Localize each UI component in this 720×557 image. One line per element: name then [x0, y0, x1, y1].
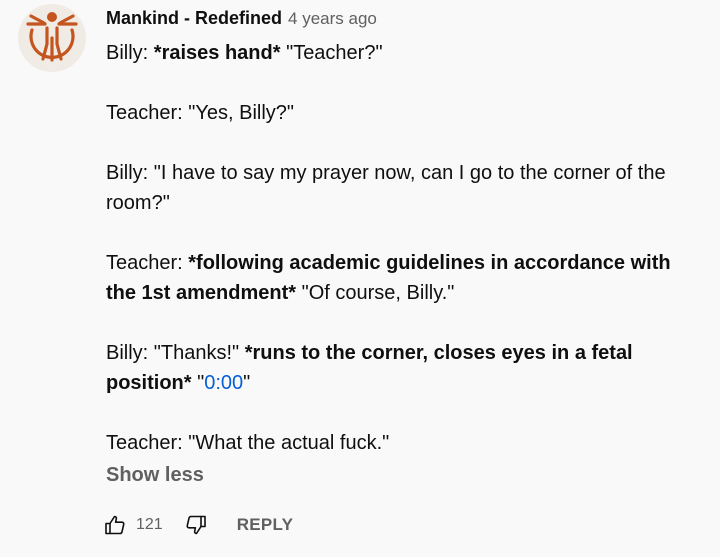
reply-button[interactable]: REPLY [237, 515, 294, 535]
comment-paragraph: Teacher: "Yes, Billy?" [106, 102, 294, 124]
like-count: 121 [136, 516, 163, 533]
comment-time[interactable]: 4 years ago [288, 9, 377, 29]
author-name[interactable]: Mankind - Redefined [106, 8, 282, 29]
text-segment: Teacher: [106, 252, 189, 274]
text-segment: "Teacher?" [280, 42, 383, 64]
text-segment: Billy: "Thanks!" [106, 342, 245, 364]
comment-paragraph: Teacher: "What the actual fuck." [106, 432, 390, 454]
comment-paragraph: Teacher: *following academic guidelines … [106, 248, 706, 308]
comment-paragraph: Billy: "I have to say my prayer now, can… [106, 162, 666, 214]
thumb-up-icon [105, 515, 125, 535]
show-less-button[interactable]: Show less [106, 464, 204, 487]
avatar[interactable] [18, 4, 86, 72]
text-segment: Billy: [106, 42, 154, 64]
text-segment: " [191, 372, 205, 394]
comment-thread: Mankind - Redefined 4 years ago Billy: *… [0, 0, 720, 557]
thumb-down-icon [186, 515, 206, 535]
text-segment: "Of course, Billy." [296, 282, 455, 304]
comment-body: Mankind - Redefined 4 years ago Billy: *… [106, 8, 706, 487]
timestamp-link[interactable]: 0:00 [204, 372, 243, 394]
text-segment: " [243, 372, 251, 394]
like-button[interactable] [100, 510, 130, 540]
dislike-button[interactable] [181, 510, 211, 540]
comment-paragraph: Billy: *raises hand* "Teacher?" [106, 38, 706, 68]
text-segment-bold: *raises hand* [153, 42, 281, 64]
vitruvian-logo-icon [26, 12, 78, 62]
comment-text: Billy: *raises hand* "Teacher?" Teacher:… [106, 38, 706, 458]
comment-paragraph: Billy: "Thanks!" *runs to the corner, cl… [106, 338, 706, 398]
comment-header: Mankind - Redefined 4 years ago [106, 8, 706, 32]
comment-actions: 121 REPLY [100, 510, 293, 540]
